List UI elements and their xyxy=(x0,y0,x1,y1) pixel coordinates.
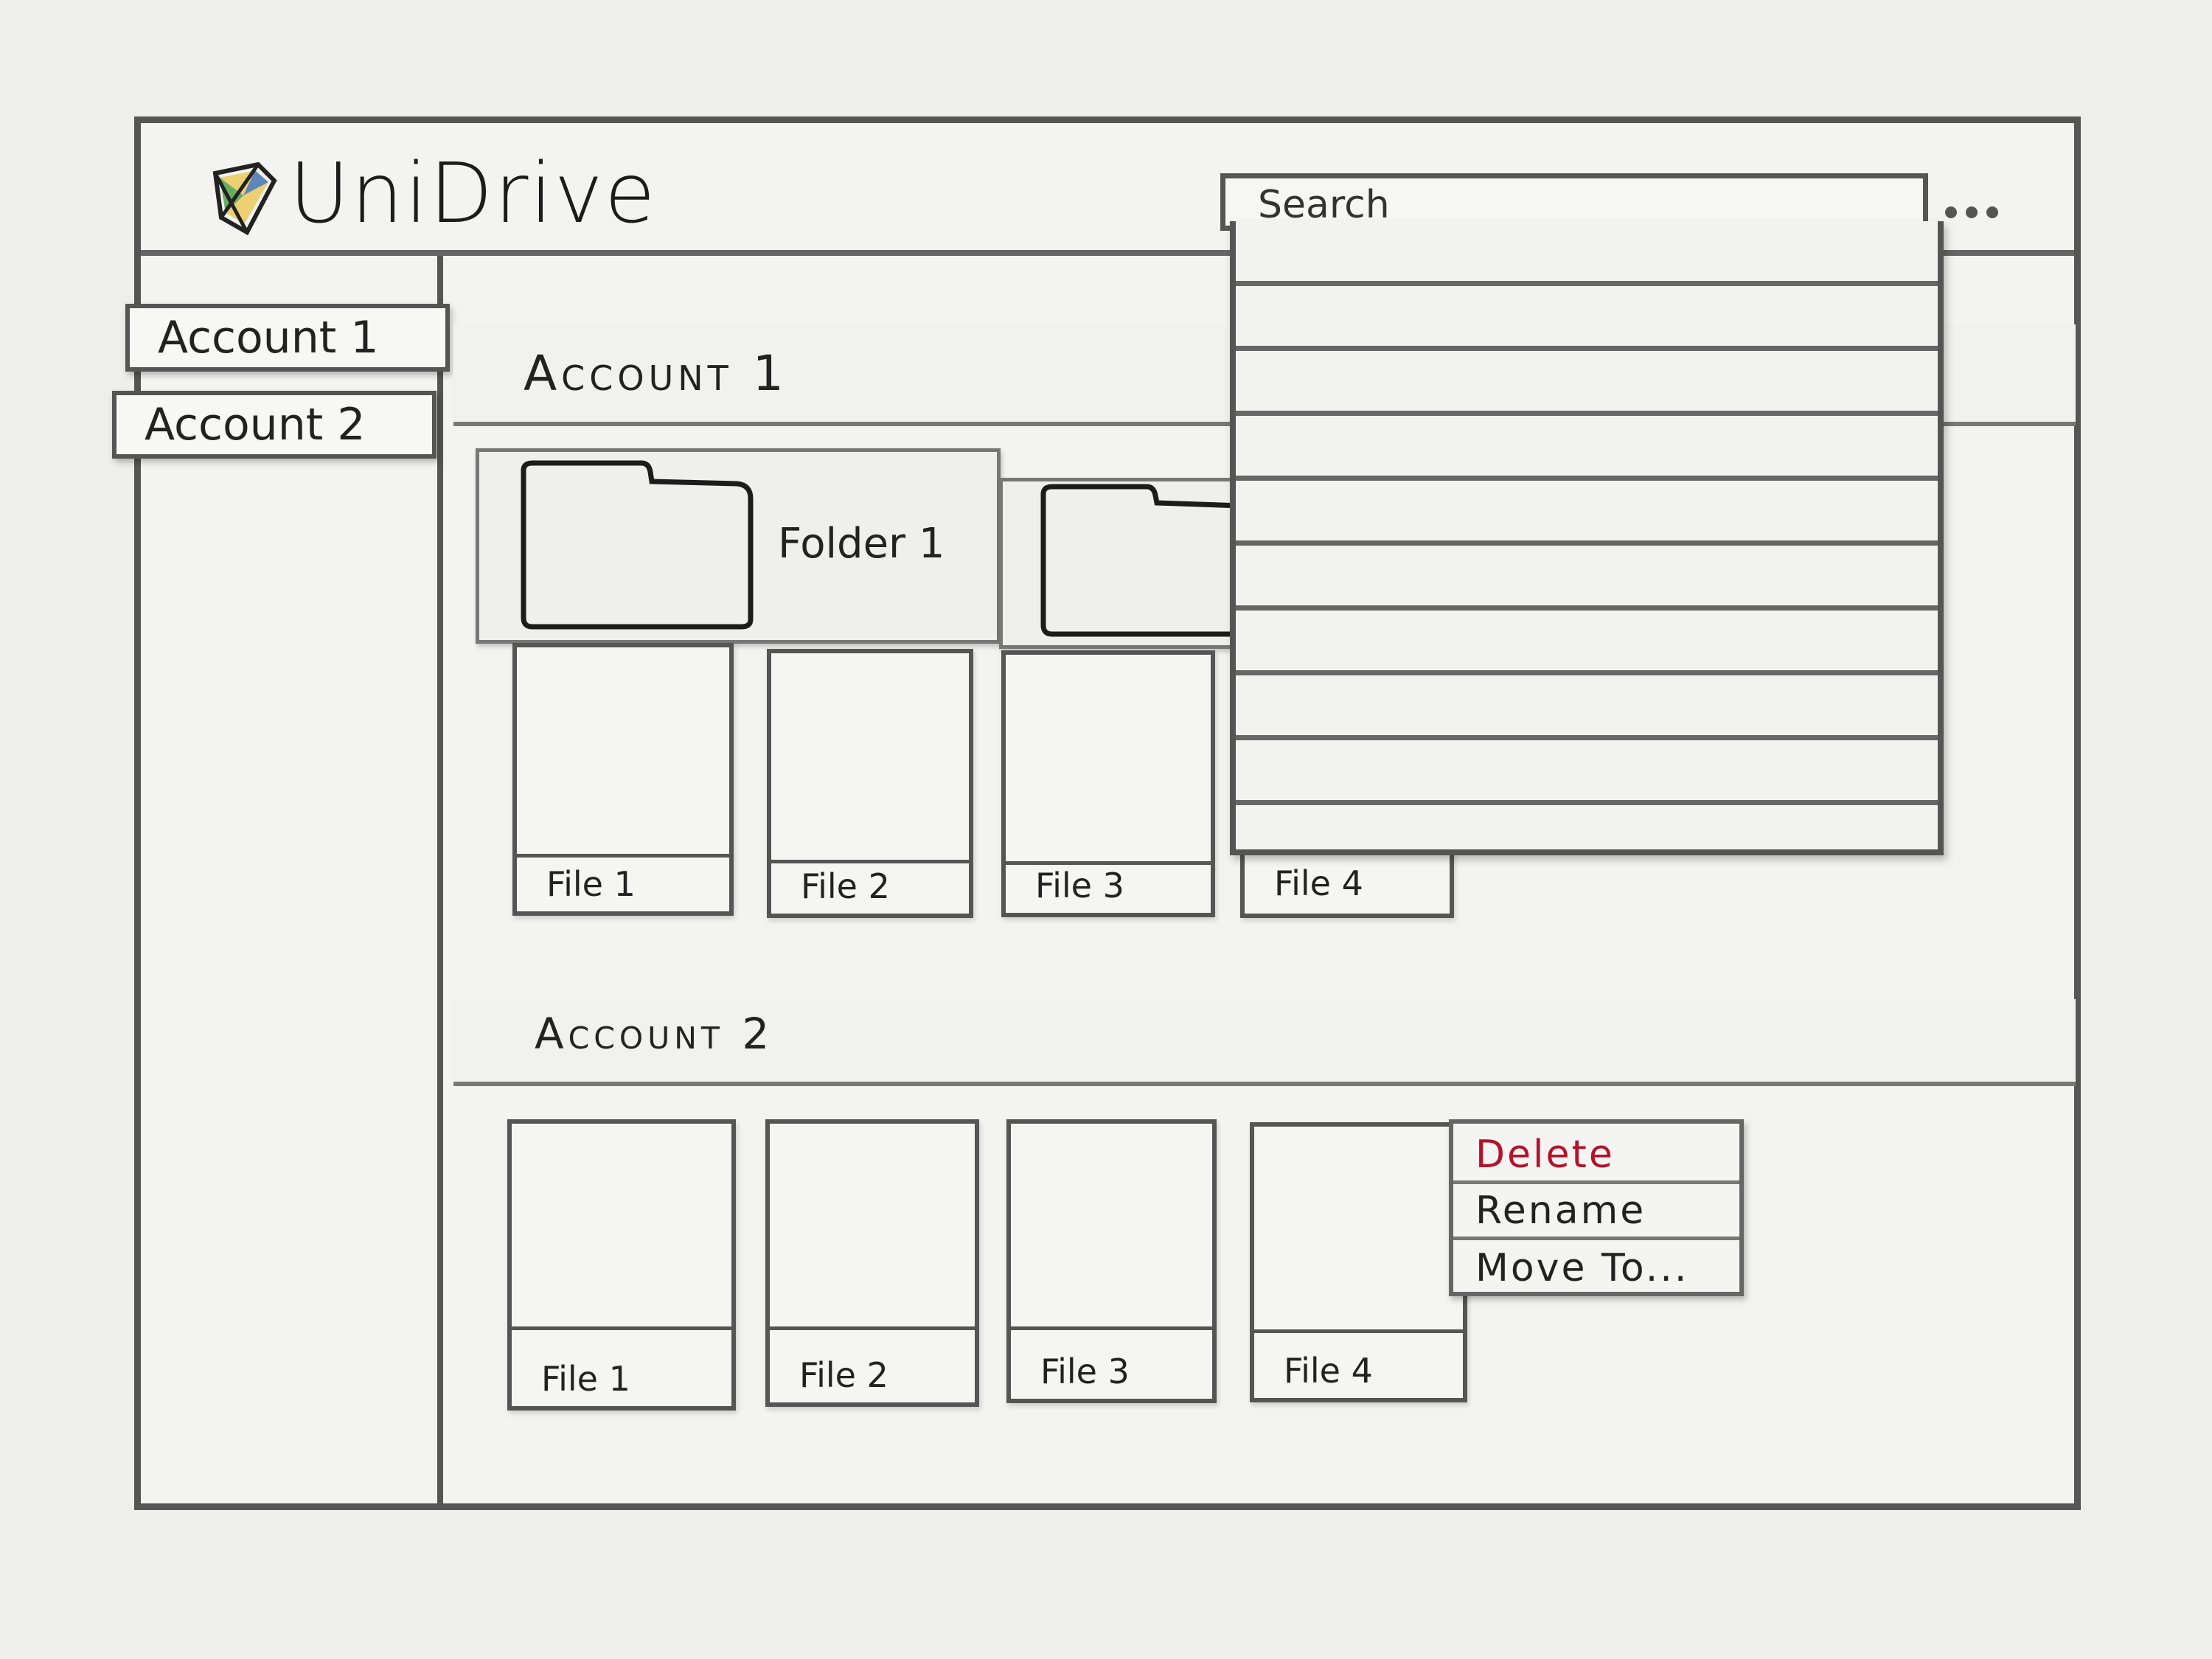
file-card[interactable]: File 2 xyxy=(765,1119,979,1407)
drive-logo-icon xyxy=(212,161,277,236)
search-results-dropdown xyxy=(1230,221,1944,855)
file-label: File 4 xyxy=(1284,1351,1373,1391)
file-thumbnail xyxy=(770,1124,975,1330)
file-card[interactable]: File 2 xyxy=(767,649,973,918)
file-thumbnail xyxy=(771,653,969,863)
file-thumbnail xyxy=(1011,1124,1212,1330)
file-thumbnail xyxy=(512,1124,731,1330)
search-result-item[interactable] xyxy=(1236,351,1938,416)
sidebar-item-account-2[interactable]: Account 2 xyxy=(112,391,437,459)
search-result-item[interactable] xyxy=(1236,790,1938,855)
file-thumbnail xyxy=(1006,655,1211,865)
search-placeholder: Search xyxy=(1258,183,1390,227)
menu-item-rename[interactable]: Rename xyxy=(1453,1184,1739,1240)
file-card[interactable]: File 4 xyxy=(1250,1122,1467,1402)
file-label: File 4 xyxy=(1274,863,1363,903)
sidebar-item-account-1[interactable]: Account 1 xyxy=(125,304,450,372)
file-label: File 2 xyxy=(799,1355,888,1395)
dot xyxy=(1966,206,1978,218)
more-dots-icon[interactable] xyxy=(1945,198,2011,227)
dot xyxy=(1945,206,1957,218)
search-result-item[interactable] xyxy=(1236,416,1938,481)
search-result-item[interactable] xyxy=(1236,611,1938,675)
file-label: File 3 xyxy=(1035,866,1124,905)
dot xyxy=(1986,206,1998,218)
file-card[interactable]: File 3 xyxy=(1001,650,1215,917)
file-label: File 3 xyxy=(1040,1352,1130,1391)
file-label: File 1 xyxy=(541,1359,630,1399)
menu-item-move-to[interactable]: Move To... xyxy=(1453,1242,1739,1298)
folder-icon xyxy=(521,460,754,630)
file-card[interactable]: File 1 xyxy=(512,643,734,916)
file-label: File 1 xyxy=(546,864,636,904)
search-result-item[interactable] xyxy=(1236,221,1938,286)
file-card[interactable]: File 3 xyxy=(1006,1119,1217,1403)
folder-icon xyxy=(1040,484,1256,637)
folder-label: Folder 1 xyxy=(778,520,945,568)
file-card[interactable]: File 4 xyxy=(1240,848,1454,918)
section-title-account-2: Account 2 xyxy=(535,1009,774,1059)
search-result-item[interactable] xyxy=(1236,481,1938,546)
search-result-item[interactable] xyxy=(1236,546,1938,611)
menu-item-delete[interactable]: Delete xyxy=(1453,1128,1739,1184)
search-result-item[interactable] xyxy=(1236,286,1938,351)
file-context-menu: Delete Rename Move To... xyxy=(1449,1119,1744,1296)
app-title: UniDrive xyxy=(289,146,657,242)
section-title-account-1: Account 1 xyxy=(524,345,788,402)
file-thumbnail xyxy=(517,647,729,858)
file-card[interactable]: File 1 xyxy=(507,1119,736,1411)
file-label: File 2 xyxy=(801,866,890,906)
file-thumbnail xyxy=(1254,1127,1463,1333)
search-result-item[interactable] xyxy=(1236,675,1938,740)
